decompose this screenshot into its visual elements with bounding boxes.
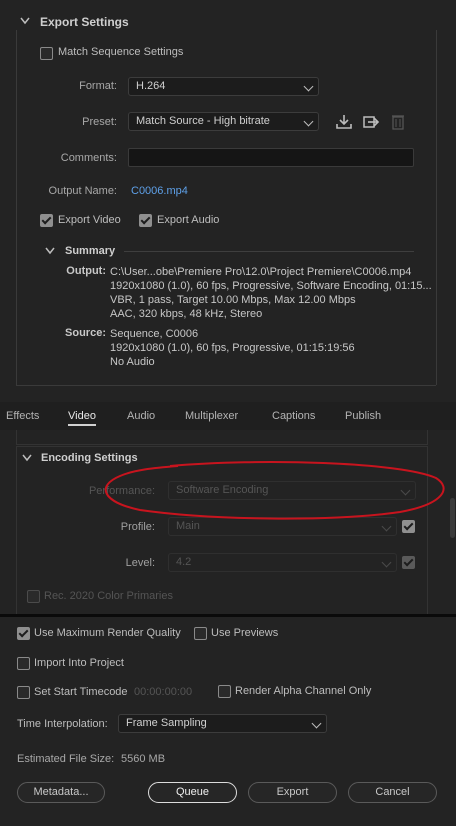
preset-dropdown[interactable]: Match Source - High bitrate bbox=[128, 112, 319, 131]
save-preset-icon[interactable] bbox=[335, 114, 353, 130]
chevron-down-icon bbox=[303, 81, 314, 92]
level-dropdown: 4.2 bbox=[168, 553, 397, 572]
summary-output-line-3: VBR, 1 pass, Target 10.00 Mbps, Max 12.0… bbox=[110, 294, 356, 306]
summary-source-label: Source: bbox=[65, 327, 106, 339]
format-dropdown[interactable]: H.264 bbox=[128, 77, 319, 96]
start-timecode-value: 00:00:00:00 bbox=[134, 686, 193, 698]
panel-border-left bbox=[16, 30, 17, 385]
export-audio-label: Export Audio bbox=[157, 214, 220, 226]
chevron-down-icon bbox=[381, 557, 392, 568]
queue-button[interactable]: Queue bbox=[148, 782, 237, 803]
level-label: Level: bbox=[125, 557, 155, 569]
estimated-file-size-label: Estimated File Size: bbox=[17, 753, 115, 765]
time-interpolation-value: Frame Sampling bbox=[126, 717, 207, 729]
time-interpolation-dropdown[interactable]: Frame Sampling bbox=[118, 714, 327, 733]
export-settings-panel: Export Settings Match Sequence Settings … bbox=[0, 0, 456, 402]
use-previews-label: Use Previews bbox=[211, 627, 279, 639]
tab-multiplexer[interactable]: Multiplexer bbox=[185, 410, 238, 422]
export-button[interactable]: Export bbox=[248, 782, 337, 803]
match-sequence-label: Match Sequence Settings bbox=[58, 46, 184, 58]
summary-output-line-4: AAC, 320 kbps, 48 kHz, Stereo bbox=[110, 308, 263, 320]
export-audio-checkbox[interactable] bbox=[139, 214, 152, 227]
summary-divider bbox=[124, 251, 414, 252]
level-value: 4.2 bbox=[176, 556, 192, 568]
set-start-timecode-checkbox[interactable] bbox=[17, 686, 30, 699]
chevron-down-icon bbox=[381, 521, 392, 532]
format-value: H.264 bbox=[136, 80, 166, 92]
profile-label: Profile: bbox=[120, 521, 155, 533]
summary-title: Summary bbox=[65, 245, 116, 257]
set-start-timecode-label: Set Start Timecode bbox=[34, 686, 128, 698]
summary-output-label: Output: bbox=[66, 265, 106, 277]
time-interpolation-label: Time Interpolation: bbox=[17, 718, 108, 730]
output-name-label: Output Name: bbox=[48, 185, 117, 197]
export-video-label: Export Video bbox=[58, 214, 121, 226]
estimated-file-size-value: 5560 MB bbox=[121, 753, 166, 765]
trash-icon[interactable] bbox=[391, 113, 405, 130]
import-into-project-checkbox[interactable] bbox=[17, 657, 30, 670]
chevron-down-icon[interactable] bbox=[20, 17, 30, 25]
match-sequence-checkbox[interactable] bbox=[40, 47, 53, 60]
use-previews-checkbox[interactable] bbox=[194, 627, 207, 640]
preset-value: Match Source - High bitrate bbox=[136, 115, 270, 127]
tab-effects[interactable]: Effects bbox=[6, 410, 39, 422]
export-video-checkbox[interactable] bbox=[40, 214, 53, 227]
import-preset-icon[interactable] bbox=[362, 114, 380, 130]
tab-captions[interactable]: Captions bbox=[272, 410, 315, 422]
rec2020-label: Rec. 2020 Color Primaries bbox=[44, 590, 173, 602]
summary-source-line-1: Sequence, C0006 bbox=[110, 328, 199, 340]
chevron-down-icon[interactable] bbox=[45, 247, 55, 255]
import-into-project-label: Import Into Project bbox=[34, 657, 124, 669]
chevron-down-icon[interactable] bbox=[22, 454, 32, 462]
summary-output-line-2: 1920x1080 (1.0), 60 fps, Progressive, So… bbox=[110, 280, 432, 292]
metadata-button[interactable]: Metadata... bbox=[17, 782, 105, 803]
scrollbar-thumb[interactable] bbox=[450, 498, 455, 538]
cancel-button[interactable]: Cancel bbox=[348, 782, 437, 803]
comments-label: Comments: bbox=[60, 152, 117, 164]
level-match-source-checkbox bbox=[402, 556, 415, 569]
summary-source-line-3: No Audio bbox=[110, 356, 155, 368]
max-render-quality-checkbox[interactable] bbox=[17, 627, 30, 640]
rec2020-checkbox bbox=[27, 590, 40, 603]
format-label: Format: bbox=[79, 80, 117, 92]
render-alpha-checkbox[interactable] bbox=[218, 685, 231, 698]
comments-input[interactable] bbox=[128, 148, 414, 167]
tab-video[interactable]: Video bbox=[68, 410, 96, 426]
tab-audio[interactable]: Audio bbox=[127, 410, 155, 422]
chevron-down-icon bbox=[311, 718, 322, 729]
summary-output-line-1: C:\User...obe\Premiere Pro\12.0\Project … bbox=[110, 266, 412, 278]
output-name-link[interactable]: C0006.mp4 bbox=[131, 185, 188, 197]
max-render-quality-label: Use Maximum Render Quality bbox=[34, 627, 181, 639]
tab-publish[interactable]: Publish bbox=[345, 410, 381, 422]
preset-label: Preset: bbox=[82, 116, 117, 128]
red-annotation-circle bbox=[104, 461, 445, 520]
panel-border-bottom bbox=[16, 385, 436, 386]
panel-border-right bbox=[436, 30, 437, 385]
render-alpha-label: Render Alpha Channel Only bbox=[235, 685, 372, 697]
summary-source-line-2: 1920x1080 (1.0), 60 fps, Progressive, 01… bbox=[110, 342, 355, 354]
chevron-down-icon bbox=[303, 116, 314, 127]
export-settings-title: Export Settings bbox=[40, 15, 129, 29]
previous-section-bottom bbox=[16, 430, 428, 445]
